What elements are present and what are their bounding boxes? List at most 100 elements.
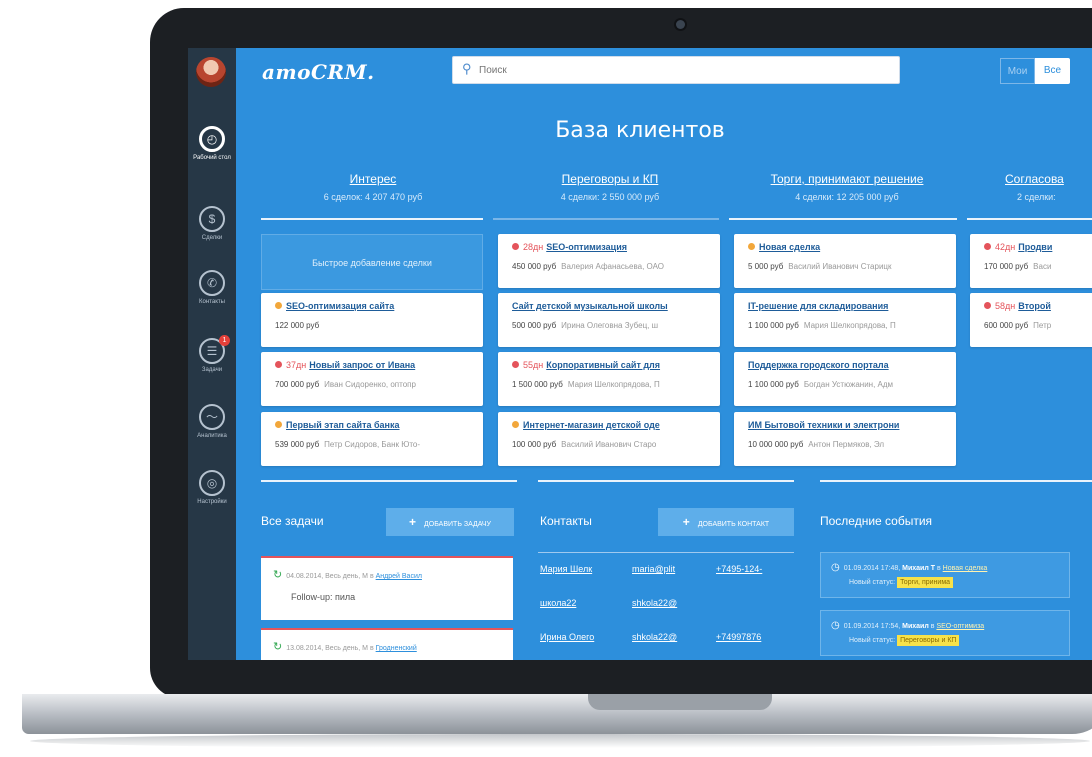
deal-card[interactable]: Новая сделка 5 000 руб Василий Иванович С… bbox=[734, 234, 956, 288]
deal-contact: Петр Сидоров, Банк Юто- bbox=[324, 440, 421, 449]
contacts-divider bbox=[538, 552, 794, 553]
stage-header: Переговоры и КП 4 сделки: 2 550 000 руб bbox=[495, 172, 725, 202]
add-task-button[interactable]: + ДОБАВИТЬ ЗАДАЧУ bbox=[386, 508, 514, 536]
deal-contact: Мария Шелкопрядова, П bbox=[567, 380, 660, 389]
deal-price: 539 000 руб bbox=[275, 440, 320, 449]
deal-title-link[interactable]: Продви bbox=[1018, 242, 1052, 252]
laptop-notch bbox=[588, 694, 772, 710]
task-card[interactable]: ↻ 04.08.2014, Весь день, М в Андрей Васил… bbox=[261, 556, 513, 620]
deal-title-link[interactable]: Корпоративный сайт для bbox=[546, 360, 660, 370]
deal-card[interactable]: 42дн Продви 170 000 руб Васи bbox=[970, 234, 1092, 288]
event-item[interactable]: ◷ 01.09.2014 17:48, Михаил Т в Новая сдел… bbox=[820, 552, 1070, 598]
event-item[interactable]: ◷ 01.09.2014 17:54, Михаил в SEO-оптимиза… bbox=[820, 610, 1070, 656]
stage-header: Интерес 6 сделок: 4 207 470 руб bbox=[258, 172, 488, 202]
stage-divider bbox=[729, 218, 957, 220]
deal-card[interactable]: SEO-оптимизация сайта 122 000 руб bbox=[261, 293, 483, 347]
deal-title-link[interactable]: Новый запрос от Ивана bbox=[309, 360, 415, 370]
quick-add-deal-button[interactable]: Быстрое добавление сделки bbox=[261, 234, 483, 290]
clock-icon: ◷ bbox=[831, 620, 840, 631]
stage-name-link[interactable]: Торги, принимают решение bbox=[732, 172, 962, 186]
sidebar-item-label: Задачи bbox=[201, 367, 223, 373]
events-heading: Последние события bbox=[820, 514, 933, 528]
stage-name-link[interactable]: Переговоры и КП bbox=[495, 172, 725, 186]
deal-card[interactable]: Сайт детской музыкальной школы 500 000 р… bbox=[498, 293, 720, 347]
deal-status-dot bbox=[275, 421, 282, 428]
deal-status-dot bbox=[512, 243, 519, 250]
sidebar-item-label: Аналитика bbox=[197, 433, 227, 439]
section-divider bbox=[538, 480, 794, 482]
search-input[interactable] bbox=[479, 57, 879, 83]
avatar[interactable] bbox=[196, 57, 226, 87]
filter-all-button[interactable]: Все bbox=[1035, 58, 1070, 84]
deal-title-link[interactable]: Новая сделка bbox=[759, 242, 820, 252]
contact-name-link[interactable]: Ирина Олего bbox=[540, 632, 618, 642]
sidebar-item-analytics[interactable]: 〜 Аналитика bbox=[188, 404, 236, 440]
deal-card[interactable]: 55дн Корпоративный сайт для 1 500 000 руб… bbox=[498, 352, 720, 406]
deal-title-link[interactable]: Второй bbox=[1018, 301, 1051, 311]
task-deal-link[interactable]: Гродненский bbox=[376, 645, 417, 652]
page-title: База клиентов bbox=[555, 118, 725, 143]
filter-my-button[interactable]: Мои bbox=[1000, 58, 1035, 84]
deal-title-link[interactable]: SEO-оптимизация bbox=[546, 242, 627, 252]
deal-age: 42дн bbox=[995, 242, 1016, 252]
contact-name-link[interactable]: Мария Шелк bbox=[540, 564, 618, 574]
deal-price: 10 000 000 руб bbox=[748, 440, 804, 449]
deal-card[interactable]: Первый этап сайта банка 539 000 руб Петр … bbox=[261, 412, 483, 466]
deal-card-title-row: Первый этап сайта банка bbox=[275, 420, 477, 430]
deal-price: 1 100 000 руб bbox=[748, 380, 799, 389]
event-deal-link[interactable]: Новая сделка bbox=[943, 565, 988, 572]
deal-title-link[interactable]: Сайт детской музыкальной школы bbox=[512, 301, 668, 311]
section-divider bbox=[261, 480, 517, 482]
deal-card-sub-row: 122 000 руб bbox=[275, 321, 477, 330]
deal-title-link[interactable]: ИМ Бытовой техники и электрони bbox=[748, 420, 899, 430]
deal-age: 55дн bbox=[523, 360, 544, 370]
task-meta: ↻ 04.08.2014, Весь день, М в Андрей Васил bbox=[273, 569, 422, 581]
deal-card[interactable]: 37дн Новый запрос от Ивана 700 000 руб Ива… bbox=[261, 352, 483, 406]
deal-card[interactable]: 58дн Второй 600 000 руб Петр bbox=[970, 293, 1092, 347]
deal-contact: Василий Иванович Старицк bbox=[788, 262, 892, 271]
contact-email-link[interactable]: shkola22@ bbox=[632, 632, 702, 642]
stage-summary: 4 сделки: 2 550 000 руб bbox=[560, 192, 660, 202]
contact-phone-link[interactable]: +74997876 bbox=[716, 632, 790, 642]
deal-contact: Васи bbox=[1033, 262, 1052, 271]
deal-title-link[interactable]: Поддержка городского портала bbox=[748, 360, 889, 370]
contact-name-link[interactable]: школа22 bbox=[540, 598, 618, 608]
plus-icon: + bbox=[682, 515, 690, 529]
deal-title-link[interactable]: IT-решение для складирования bbox=[748, 301, 888, 311]
deal-card[interactable]: ИМ Бытовой техники и электрони 10 000 00… bbox=[734, 412, 956, 466]
task-card[interactable]: ↻ 13.08.2014, Весь день, М в Гродненский bbox=[261, 628, 513, 660]
laptop-shadow bbox=[30, 734, 1090, 748]
event-user: Михаил Т bbox=[902, 565, 936, 572]
sidebar-item-contacts[interactable]: ✆ Контакты bbox=[188, 270, 236, 306]
deal-card[interactable]: 28дн SEO-оптимизация 450 000 руб Валерия А… bbox=[498, 234, 720, 288]
app-logo[interactable]: amoCRM. bbox=[262, 60, 375, 84]
deal-card[interactable]: IT-решение для складирования 1 100 000 р… bbox=[734, 293, 956, 347]
sidebar-item-settings[interactable]: ◎ Настройки bbox=[188, 470, 236, 506]
task-deal-link[interactable]: Андрей Васил bbox=[376, 573, 422, 580]
app-screen: ◴ Рабочий стол $ Сделки ✆ Контакты ☰ 1 З… bbox=[188, 48, 1092, 660]
sidebar-item-tasks[interactable]: ☰ 1 Задачи bbox=[188, 335, 236, 374]
deal-card-title-row: 55дн Корпоративный сайт для bbox=[512, 360, 714, 370]
sidebar-item-deals[interactable]: $ Сделки bbox=[188, 206, 236, 242]
event-deal-link[interactable]: SEO-оптимиза bbox=[936, 623, 984, 630]
deal-price: 100 000 руб bbox=[512, 440, 557, 449]
contact-email-link[interactable]: maria@plit bbox=[632, 564, 702, 574]
deal-title-link[interactable]: SEO-оптимизация сайта bbox=[286, 301, 394, 311]
add-contact-button[interactable]: + ДОБАВИТЬ КОНТАКТ bbox=[658, 508, 794, 536]
deal-card[interactable]: Интернет-магазин детской оде 100 000 руб… bbox=[498, 412, 720, 466]
deal-contact: Иван Сидоренко, оптопр bbox=[324, 380, 416, 389]
stage-name-link[interactable]: Интерес bbox=[258, 172, 488, 186]
deal-title-link[interactable]: Первый этап сайта банка bbox=[286, 420, 400, 430]
deal-contact: Ирина Олеговна Зубец, ш bbox=[561, 321, 659, 330]
deal-contact: Василий Иванович Старо bbox=[561, 440, 657, 449]
deal-card-title-row: SEO-оптимизация сайта bbox=[275, 301, 477, 311]
deal-status-dot bbox=[512, 421, 519, 428]
stage-name-link[interactable]: Согласова bbox=[1005, 172, 1092, 186]
deal-price: 5 000 руб bbox=[748, 262, 784, 271]
deal-title-link[interactable]: Интернет-магазин детской оде bbox=[523, 420, 660, 430]
deal-card[interactable]: Поддержка городского портала 1 100 000 р… bbox=[734, 352, 956, 406]
contact-phone-link[interactable]: +7495-124- bbox=[716, 564, 790, 574]
event-user: Михаил bbox=[902, 623, 929, 630]
contact-email-link[interactable]: shkola22@ bbox=[632, 598, 702, 608]
event-status-label: Новый статус: bbox=[849, 579, 896, 586]
